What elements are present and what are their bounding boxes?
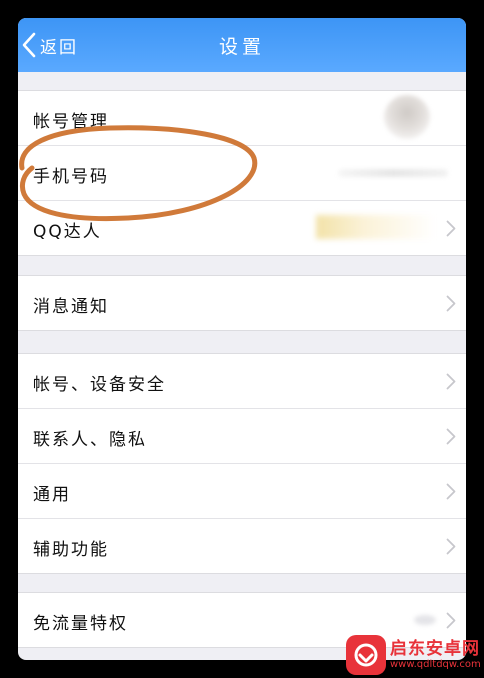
chevron-right-icon — [446, 428, 456, 445]
chevron-right-icon — [446, 612, 456, 629]
watermark-name: 启东安卓网 — [390, 638, 480, 659]
row-label: 免流量特权 — [33, 614, 128, 634]
watermark-logo-icon — [346, 635, 386, 675]
chevron-right-icon — [446, 295, 456, 312]
row-general[interactable]: 通用 — [18, 464, 466, 519]
phone-number-value — [338, 169, 448, 177]
row-label: 帐号管理 — [33, 112, 109, 132]
navigation-bar: 返回 设置 — [18, 18, 466, 72]
chevron-right-icon — [446, 373, 456, 390]
row-accessibility[interactable]: 辅助功能 — [18, 519, 466, 573]
row-account-management[interactable]: 帐号管理 — [18, 91, 466, 146]
free-data-status — [414, 615, 436, 625]
settings-group-account: 帐号管理 手机号码 QQ达人 — [18, 90, 466, 256]
row-contacts-privacy[interactable]: 联系人、隐私 — [18, 409, 466, 464]
row-label: 辅助功能 — [33, 540, 109, 560]
watermark-url: www.qdltdqw.com — [390, 658, 481, 670]
row-qq-master[interactable]: QQ达人 — [18, 201, 466, 255]
row-label: 帐号、设备安全 — [33, 375, 166, 395]
row-label: 通用 — [33, 485, 71, 505]
row-notifications[interactable]: 消息通知 — [18, 276, 466, 330]
row-label: 联系人、隐私 — [33, 430, 147, 450]
row-label: 消息通知 — [33, 297, 109, 317]
row-label: 手机号码 — [33, 167, 109, 187]
row-label: QQ达人 — [33, 222, 102, 242]
watermark: 启东安卓网 www.qdltdqw.com — [346, 632, 484, 678]
page-title: 设置 — [218, 36, 265, 58]
settings-group-notifications: 消息通知 — [18, 275, 466, 331]
settings-group-security: 帐号、设备安全 联系人、隐私 通用 辅助功能 — [18, 353, 466, 574]
chevron-right-icon — [446, 220, 456, 237]
row-phone-number[interactable]: 手机号码 — [18, 146, 466, 201]
qq-master-badge — [316, 215, 436, 239]
row-account-device-security[interactable]: 帐号、设备安全 — [18, 354, 466, 409]
avatar — [384, 95, 430, 139]
chevron-right-icon — [446, 538, 456, 555]
phone-screen: 返回 设置 帐号管理 手机号码 QQ达人 消息通知 帐号、设备安全 联系人、隐私… — [18, 18, 466, 660]
chevron-right-icon — [446, 483, 456, 500]
